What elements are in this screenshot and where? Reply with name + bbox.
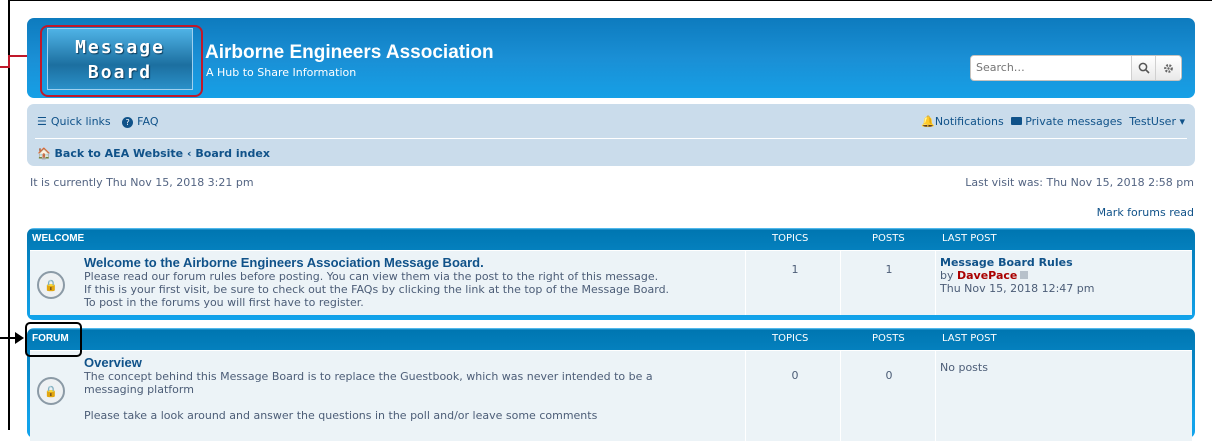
cell-divider: [840, 251, 841, 315]
cell-divider: [745, 251, 746, 315]
forum-desc-line: Please read our forum rules before posti…: [84, 270, 659, 283]
cell-divider: [745, 351, 746, 441]
quick-links-link[interactable]: Quick links: [51, 115, 111, 128]
menu-icon: ☰: [37, 115, 47, 128]
post-count: 1: [885, 263, 893, 276]
forum-desc-line: If this is your first visit, be sure to …: [84, 283, 670, 296]
home-icon: 🏠: [37, 147, 51, 160]
posts-header: POSTS: [872, 233, 905, 244]
forum-read-locked-icon: 🔒: [37, 377, 65, 405]
screenshot-border-top: [8, 0, 1212, 1]
category-forum: FORUM TOPICS POSTS LAST POST 🔒 Overview …: [27, 328, 1195, 441]
notifications-link[interactable]: Notifications: [935, 115, 1004, 128]
search-button[interactable]: [1131, 56, 1156, 80]
forum-description: Please read our forum rules before posti…: [84, 270, 734, 309]
search-input[interactable]: [971, 56, 1129, 78]
forum-title[interactable]: Overview: [84, 355, 142, 370]
forum-title[interactable]: Welcome to the Airborne Engineers Associ…: [84, 255, 484, 270]
cell-divider: [840, 351, 841, 441]
cell-divider: [935, 351, 936, 441]
last-post-header: LAST POST: [942, 333, 997, 344]
search-icon: [1138, 62, 1150, 74]
last-post-empty: No posts: [940, 361, 988, 374]
last-post-time: Thu Nov 15, 2018 12:47 pm: [940, 282, 1095, 295]
site-description: A Hub to Share Information: [206, 66, 357, 79]
forum-desc-line: Please take a look around and answer the…: [84, 409, 598, 422]
faq-link[interactable]: FAQ: [137, 115, 158, 128]
navbar: ☰ Quick links ? FAQ 🔔Notifications Private…: [27, 104, 1195, 166]
mark-forums-read-link[interactable]: Mark forums read: [1097, 206, 1194, 219]
current-time: It is currently Thu Nov 15, 2018 3:21 pm: [30, 176, 254, 189]
posts-header: POSTS: [872, 333, 905, 344]
last-post: Message Board Rules by DavePace Thu Nov …: [940, 256, 1095, 295]
forum-read-locked-icon: 🔒: [37, 271, 65, 299]
inbox-icon: [1010, 117, 1022, 125]
gear-icon: [1163, 63, 1173, 73]
topic-count: 0: [791, 369, 799, 382]
last-post-by: by: [940, 269, 954, 282]
last-post-header: LAST POST: [942, 233, 997, 244]
forum-desc-line: The concept behind this Message Board is…: [84, 370, 653, 383]
advanced-search-button[interactable]: [1155, 56, 1180, 80]
view-latest-post-icon[interactable]: [1020, 271, 1029, 279]
help-icon: ?: [122, 117, 134, 128]
topic-count: 1: [791, 263, 799, 276]
search-box: [970, 55, 1182, 81]
breadcrumb: 🏠 Back to AEA Website ‹ Board index: [37, 147, 270, 160]
forum-desc-line: [84, 396, 734, 409]
forum-desc-line: To post in the forums you will first hav…: [84, 296, 364, 309]
site-title[interactable]: Airborne Engineers Association: [205, 42, 494, 64]
last-post-title-link[interactable]: Message Board Rules: [940, 256, 1095, 269]
forum-row: 🔒 Welcome to the Airborne Engineers Asso…: [30, 250, 1192, 315]
last-post: No posts: [940, 361, 988, 374]
forum-desc-line: messaging platform: [84, 383, 194, 396]
crumb-board-index[interactable]: Board index: [195, 147, 270, 160]
crumb-back-link[interactable]: Back to AEA Website: [55, 147, 184, 160]
topics-header: TOPICS: [772, 333, 809, 344]
crumb-separator: ‹: [187, 147, 192, 160]
last-visit: Last visit was: Thu Nov 15, 2018 2:58 pm: [965, 176, 1194, 189]
username-menu[interactable]: TestUser: [1129, 115, 1176, 128]
category-welcome: WELCOME TOPICS POSTS LAST POST 🔒 Welcome…: [27, 228, 1195, 320]
cell-divider: [935, 251, 936, 315]
forum-row: 🔒 Overview The concept behind this Messa…: [30, 350, 1192, 441]
annotation-logo-highlight: [40, 25, 203, 97]
post-count: 0: [885, 369, 893, 382]
annotation-forum-highlight: [25, 322, 82, 357]
topics-header: TOPICS: [772, 233, 809, 244]
bell-icon: 🔔: [921, 115, 935, 128]
caret-down-icon: ▾: [1179, 115, 1185, 128]
private-messages-link[interactable]: Private messages: [1025, 115, 1122, 128]
last-post-user-link[interactable]: DavePace: [957, 269, 1017, 282]
forum-description: The concept behind this Message Board is…: [84, 370, 734, 422]
category-title[interactable]: WELCOME: [32, 233, 84, 244]
navbar-divider: [35, 138, 1187, 139]
